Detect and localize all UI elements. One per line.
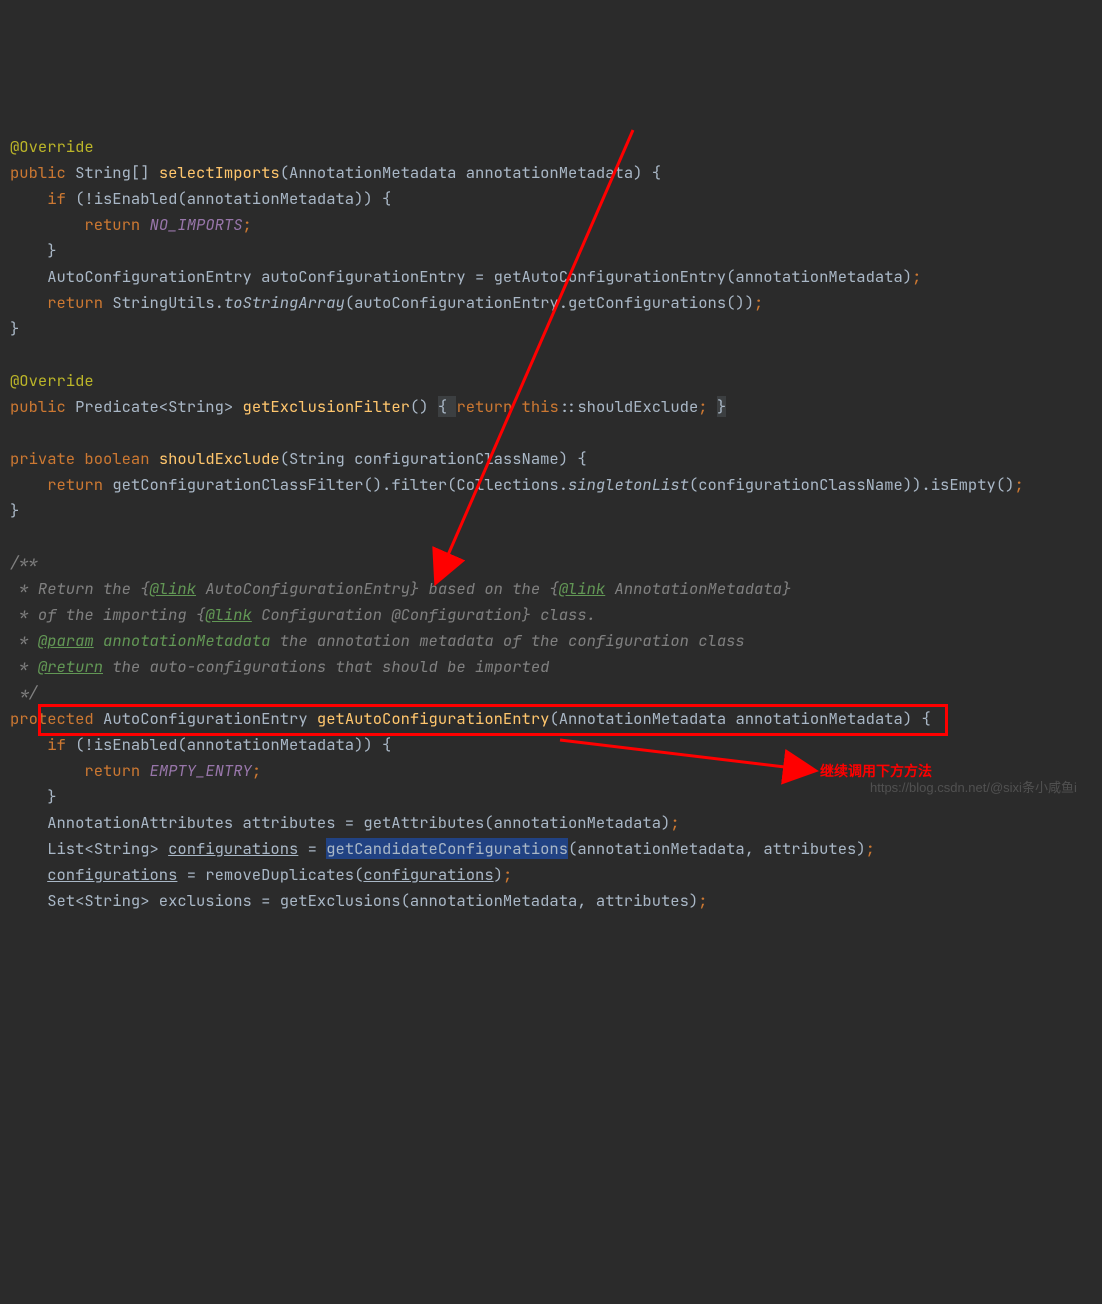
method-name: getExclusionFilter [243, 396, 410, 417]
kw: return [10, 214, 150, 235]
static-method: toStringArray [224, 292, 345, 313]
doc-tag-param: @param [38, 630, 94, 651]
stmt: = removeDuplicates( [177, 864, 363, 885]
var: configurations [47, 864, 177, 885]
javadoc: Configuration @Configuration} class. [252, 604, 596, 625]
kw: if [10, 188, 75, 209]
var: configurations [363, 864, 493, 885]
fold-region[interactable]: } [717, 396, 726, 417]
kw: return [10, 474, 112, 495]
brace: } [10, 500, 19, 521]
javadoc: the annotation metadata of the configura… [270, 630, 744, 651]
cond: (!isEnabled(annotationMetadata)) { [75, 734, 391, 755]
kw: public [10, 396, 75, 417]
brace: } [10, 318, 19, 339]
selection: getCandidateConfigurations [326, 838, 568, 859]
stmt: AutoConfigurationEntry autoConfiguration… [10, 266, 912, 287]
method-name: selectImports [159, 162, 280, 183]
semi: ; [670, 812, 679, 833]
doc-param-name: annotationMetadata [94, 630, 271, 651]
method-name: shouldExclude [159, 448, 280, 469]
kw: public [10, 162, 75, 183]
javadoc: AutoConfigurationEntry} based on the { [196, 578, 559, 599]
javadoc: * [10, 656, 38, 677]
expr: (autoConfigurationEntry.getConfiguration… [345, 292, 754, 313]
params: (AnnotationMetadata annotationMetadata) … [280, 162, 661, 183]
semi: ; [243, 214, 252, 235]
methodref: ::shouldExclude [559, 396, 699, 417]
highlight-rect [38, 704, 948, 736]
doc-tag-link: @link [205, 604, 252, 625]
stmt [10, 864, 47, 885]
type: String[] [75, 162, 159, 183]
semi: ; [866, 838, 875, 859]
doc-tag-return: @return [38, 656, 103, 677]
javadoc: * [10, 630, 38, 651]
cond: (!isEnabled(annotationMetadata)) { [75, 188, 391, 209]
stmt: ) [494, 864, 503, 885]
expr: StringUtils. [112, 292, 224, 313]
var: configurations [168, 838, 298, 859]
doc-tag-link: @link [150, 578, 197, 599]
stmt: AnnotationAttributes attributes = getAtt… [10, 812, 670, 833]
constant: EMPTY_ENTRY [150, 760, 252, 781]
semi: ; [754, 292, 763, 313]
javadoc: */ [10, 682, 38, 703]
expr: (configurationClassName)).isEmpty() [689, 474, 1015, 495]
stmt: List<String> [10, 838, 168, 859]
watermark: https://blog.csdn.net/@sixi条小咸鱼i [870, 775, 1077, 801]
constant: NO_IMPORTS [150, 214, 243, 235]
kw: return [10, 292, 112, 313]
brace: } [10, 240, 57, 261]
javadoc: * of the importing { [10, 604, 205, 625]
annotation: @Override [10, 136, 94, 157]
javadoc: * Return the { [10, 578, 150, 599]
semi: ; [912, 266, 921, 287]
fold-region[interactable]: { [438, 396, 457, 417]
annotation: @Override [10, 370, 94, 391]
semi: ; [1014, 474, 1023, 495]
type: Predicate<String> [75, 396, 242, 417]
expr: getConfigurationClassFilter().filter(Col… [112, 474, 568, 495]
stmt: = [298, 838, 326, 859]
kw: private boolean [10, 448, 159, 469]
semi: ; [503, 864, 512, 885]
kw: return [10, 760, 150, 781]
semi: ; [698, 890, 707, 911]
javadoc: /** [10, 552, 38, 573]
stmt: Set<String> exclusions = getExclusions(a… [10, 890, 698, 911]
javadoc: the auto-configurations that should be i… [103, 656, 549, 677]
stmt: (annotationMetadata, attributes) [568, 838, 866, 859]
paren: () [410, 396, 438, 417]
static-method: singletonList [568, 474, 689, 495]
javadoc: AnnotationMetadata} [605, 578, 791, 599]
kw: return [456, 396, 521, 417]
doc-tag-link: @link [559, 578, 606, 599]
semi: ; [698, 396, 717, 417]
kw: if [10, 734, 75, 755]
semi: ; [252, 760, 261, 781]
params: (String configurationClassName) { [280, 448, 587, 469]
kw: this [522, 396, 559, 417]
